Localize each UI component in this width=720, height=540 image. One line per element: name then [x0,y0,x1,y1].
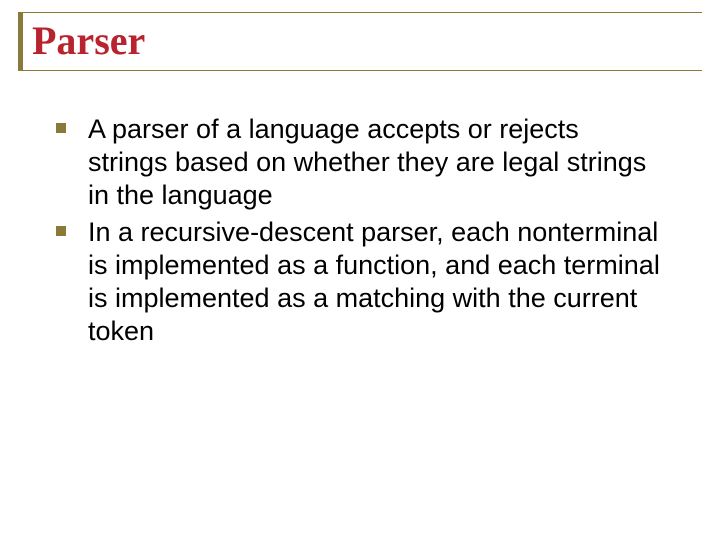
bullet-icon [56,123,66,133]
bullet-icon [56,226,66,236]
list-item: A parser of a language accepts or reject… [56,113,662,212]
title-block: Parser [18,12,702,71]
bullet-text: In a recursive-descent parser, each nont… [88,216,662,348]
slide-body: A parser of a language accepts or reject… [18,113,702,348]
list-item: In a recursive-descent parser, each nont… [56,216,662,348]
slide-title: Parser [18,17,702,64]
bullet-text: A parser of a language accepts or reject… [88,113,662,212]
slide: Parser A parser of a language accepts or… [0,0,720,540]
